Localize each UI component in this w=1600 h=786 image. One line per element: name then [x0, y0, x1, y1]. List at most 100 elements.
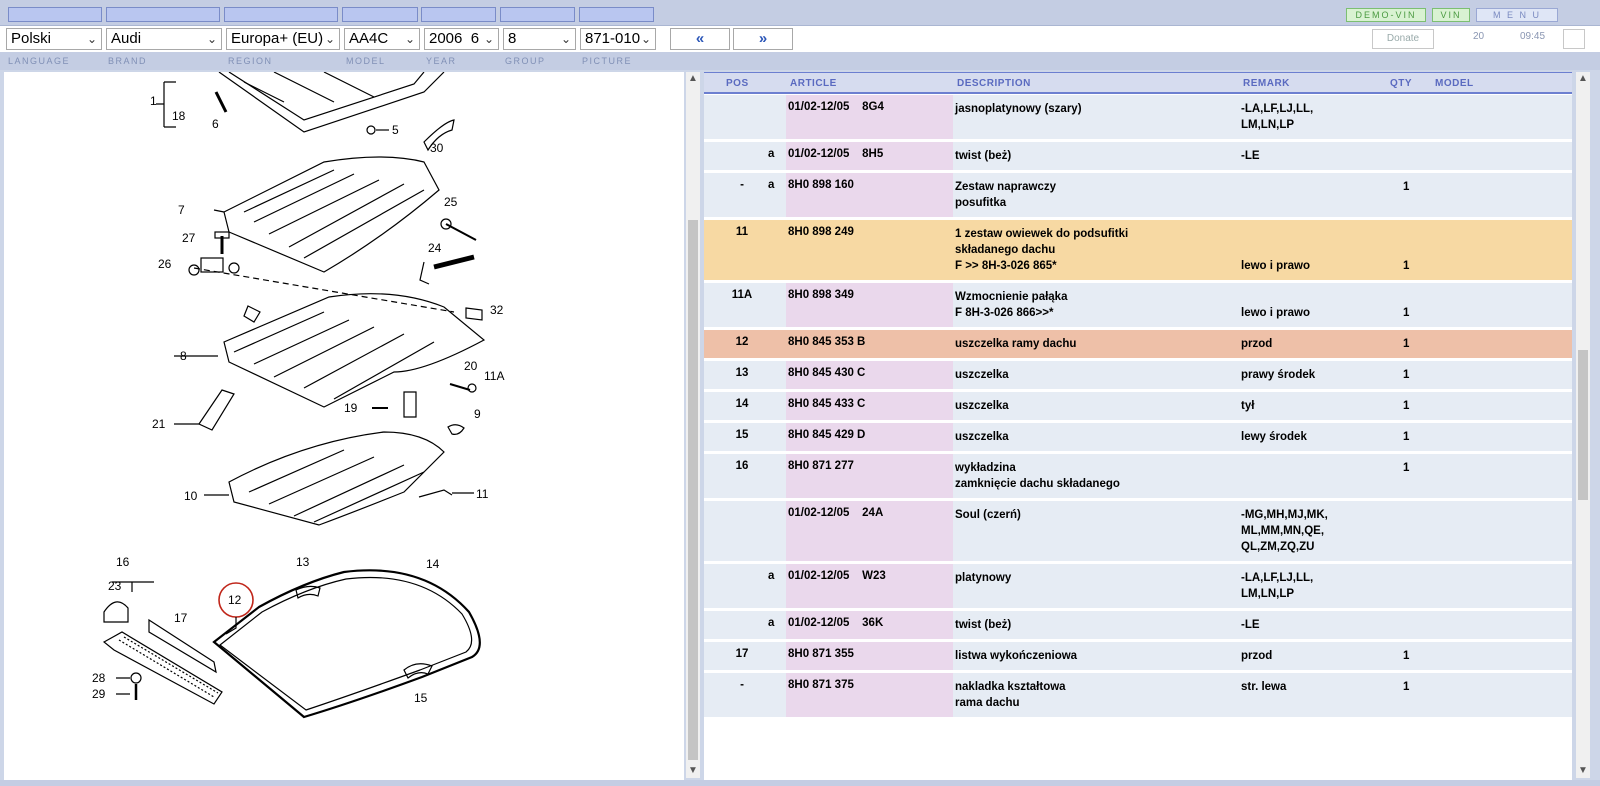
- vin-button[interactable]: VIN: [1432, 8, 1470, 22]
- callout-17[interactable]: 17: [174, 611, 188, 625]
- callout-25[interactable]: 25: [444, 195, 458, 209]
- row-article[interactable]: 8H0 845 433 C: [788, 398, 865, 410]
- callout-30[interactable]: 30: [430, 141, 444, 155]
- row-article[interactable]: 8H0 845 430 C: [788, 367, 865, 379]
- callout-6[interactable]: 6: [212, 117, 219, 131]
- row-pos-cell: [704, 501, 786, 561]
- row-remark: -LA,LF,LJ,LL, LM,LN,LP: [1241, 572, 1314, 600]
- callout-32[interactable]: 32: [490, 303, 504, 317]
- row-article[interactable]: 8H0 871 355: [788, 648, 854, 660]
- diagram-scrollbar-thumb[interactable]: [688, 220, 698, 760]
- diagram-scrollbar[interactable]: ▲ ▼: [686, 72, 700, 778]
- brand-select[interactable]: Audi ⌄: [106, 28, 222, 50]
- header-tab-picture[interactable]: [579, 7, 654, 22]
- callout-21[interactable]: 11A: [484, 369, 504, 383]
- row-remark: -MG,MH,MJ,MK, ML,MM,MN,QE, QL,ZM,ZQ,ZU: [1241, 509, 1328, 553]
- header-tab-brand[interactable]: [106, 7, 220, 22]
- row-article[interactable]: 01/02-12/05 8H5: [788, 148, 883, 160]
- row-article[interactable]: 01/02-12/05 24A: [788, 507, 883, 519]
- model-select[interactable]: AA4C ⌄: [344, 28, 420, 50]
- row-article[interactable]: 01/02-12/05 W23: [788, 570, 886, 582]
- scroll-up-arrow-icon[interactable]: ▲: [686, 72, 700, 86]
- callout-20[interactable]: 20: [464, 359, 478, 373]
- callout-7[interactable]: 7: [178, 203, 185, 217]
- table-row[interactable]: a 01/02-12/05 8H5 twist (beż) -LE: [704, 142, 1572, 173]
- table-row[interactable]: 12 8H0 845 353 B uszczelka ramy dachu przod…: [704, 330, 1572, 361]
- parts-diagram-pane[interactable]: 1 18 6 5 30 7 25 27 24 26 32 8 20 21 11A…: [4, 72, 684, 780]
- table-row[interactable]: - 8H0 871 375 nakladka kształtowa rama dac…: [704, 673, 1572, 720]
- row-article[interactable]: 8H0 871 277: [788, 460, 854, 472]
- row-article[interactable]: 8H0 898 349: [788, 289, 854, 301]
- next-picture-button[interactable]: »: [733, 28, 793, 50]
- table-row[interactable]: 11 8H0 898 249 1 zestaw owiewek do podsufi…: [704, 220, 1572, 283]
- table-row[interactable]: - a 8H0 898 160 Zestaw naprawczy posufitka 1: [704, 173, 1572, 220]
- table-scrollbar-thumb[interactable]: [1578, 350, 1588, 500]
- row-article[interactable]: 01/02-12/05 36K: [788, 617, 883, 629]
- callout-14[interactable]: 14: [426, 557, 440, 571]
- callout-26[interactable]: 26: [158, 257, 172, 271]
- table-row[interactable]: 11A 8H0 898 349 Wzmocnienie pałąka F 8H-3-…: [704, 283, 1572, 330]
- callout-24[interactable]: 24: [428, 241, 442, 255]
- row-article[interactable]: 8H0 898 160: [788, 179, 854, 191]
- callout-29[interactable]: 29: [92, 687, 106, 701]
- callout-8[interactable]: 8: [180, 349, 187, 363]
- language-select[interactable]: Polski ⌄: [6, 28, 102, 50]
- row-description: Soul (czerń): [955, 509, 1021, 521]
- table-row[interactable]: a 01/02-12/05 36K twist (beż) -LE: [704, 611, 1572, 642]
- table-row[interactable]: 01/02-12/05 8G4 jasnoplatynowy (szary) -LA…: [704, 95, 1572, 142]
- table-row[interactable]: 16 8H0 871 277 wykładzina zamknięcie dachu…: [704, 454, 1572, 501]
- row-description: uszczelka: [955, 400, 1009, 412]
- callout-10[interactable]: 10: [184, 489, 198, 503]
- table-row[interactable]: 13 8H0 845 430 C uszczelka prawy środek 1: [704, 361, 1572, 392]
- menu-button[interactable]: M E N U: [1476, 8, 1558, 22]
- group-select[interactable]: 8 ⌄: [503, 28, 576, 50]
- table-scrollbar[interactable]: ▲ ▼: [1576, 72, 1590, 778]
- callout-9[interactable]: 9: [474, 407, 481, 421]
- callout-11[interactable]: 11: [476, 487, 489, 501]
- header-tab-language[interactable]: [8, 7, 102, 22]
- header-tab-model[interactable]: [342, 7, 418, 22]
- callout-12[interactable]: 12: [228, 593, 242, 607]
- callout-28[interactable]: 28: [92, 671, 106, 685]
- scroll-down-arrow-icon[interactable]: ▼: [1576, 764, 1590, 778]
- header-tab-group[interactable]: [500, 7, 575, 22]
- table-row[interactable]: 01/02-12/05 24A Soul (czerń) -MG,MH,MJ,MK,…: [704, 501, 1572, 564]
- row-article[interactable]: 8H0 845 353 B: [788, 336, 865, 348]
- table-row[interactable]: a 01/02-12/05 W23 platynowy -LA,LF,LJ,LL, L…: [704, 564, 1572, 611]
- scroll-up-arrow-icon[interactable]: ▲: [1576, 72, 1590, 86]
- callout-23[interactable]: 23: [108, 579, 122, 593]
- picture-select[interactable]: 871-010 ⌄: [580, 28, 656, 50]
- callout-15[interactable]: 15: [414, 691, 428, 705]
- row-remark: -LE: [1241, 619, 1260, 631]
- prev-picture-button[interactable]: «: [670, 28, 730, 50]
- callout-27[interactable]: 27: [182, 231, 196, 245]
- callout-19[interactable]: 19: [344, 401, 358, 415]
- year-select[interactable]: 2006 6 ⌄: [424, 28, 499, 50]
- table-row[interactable]: 15 8H0 845 429 D uszczelka lewy środek 1: [704, 423, 1572, 454]
- table-row[interactable]: 17 8H0 871 355 listwa wykończeniowa przod 1: [704, 642, 1572, 673]
- row-remark: lewo i prawo: [1241, 260, 1311, 272]
- group-select-value: 8: [508, 30, 517, 47]
- callout-5[interactable]: 5: [392, 123, 399, 137]
- header-description: DESCRIPTION: [957, 78, 1031, 89]
- scroll-down-arrow-icon[interactable]: ▼: [686, 764, 700, 778]
- callout-16[interactable]: 16: [116, 555, 130, 569]
- table-row[interactable]: 14 8H0 845 433 C uszczelka tył 1: [704, 392, 1572, 423]
- header-qty: QTY: [1390, 78, 1413, 89]
- row-article[interactable]: 8H0 871 375: [788, 679, 854, 691]
- callout-13[interactable]: 13: [296, 555, 310, 569]
- header-tab-year[interactable]: [421, 7, 496, 22]
- parts-diagram[interactable]: 1 18 6 5 30 7 25 27 24 26 32 8 20 21 11A…: [4, 72, 684, 780]
- callout-1[interactable]: 1: [150, 94, 157, 108]
- row-remark: przod: [1241, 338, 1273, 350]
- header-tab-region[interactable]: [224, 7, 338, 22]
- callout-18[interactable]: 18: [172, 109, 186, 123]
- donate-button[interactable]: Donate: [1372, 29, 1434, 49]
- extra-box[interactable]: [1563, 29, 1585, 49]
- row-article[interactable]: 8H0 898 249: [788, 226, 854, 238]
- row-article[interactable]: 8H0 845 429 D: [788, 429, 865, 441]
- row-article[interactable]: 01/02-12/05 8G4: [788, 101, 884, 113]
- region-select[interactable]: Europa+ (EU) ⌄: [226, 28, 340, 50]
- demo-vin-button[interactable]: DEMO-VIN: [1346, 8, 1426, 22]
- callout-11A[interactable]: 21: [152, 417, 166, 431]
